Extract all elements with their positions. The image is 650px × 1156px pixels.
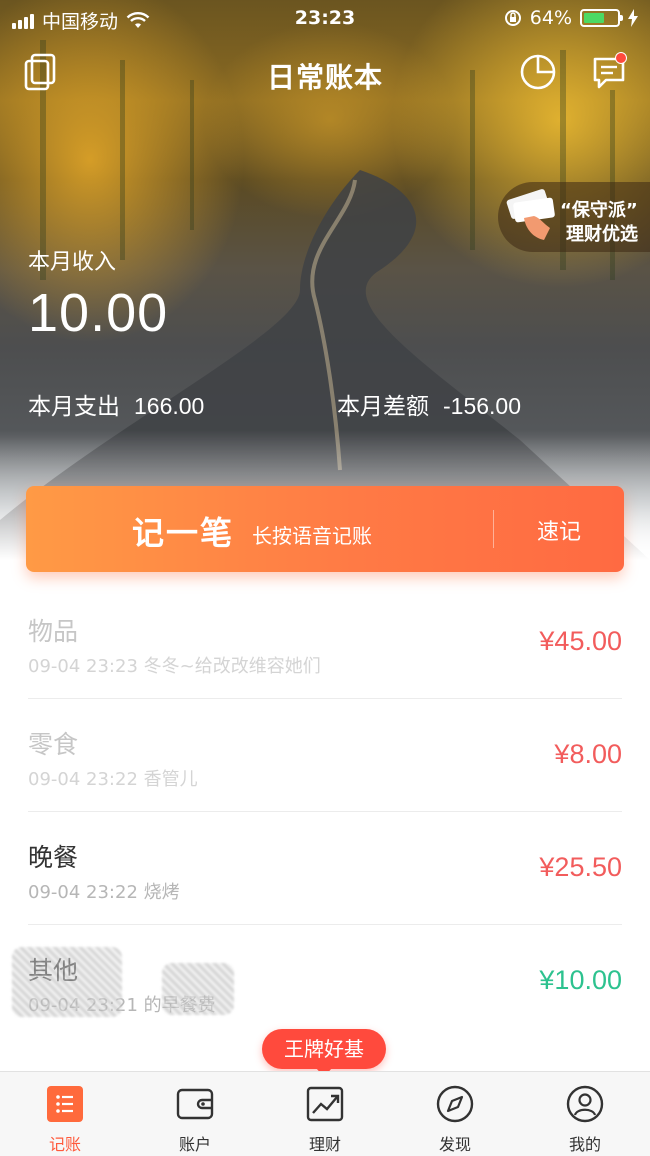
expense-summary: 本月支出 166.00 xyxy=(28,387,204,421)
tab-ledger[interactable]: 记账 xyxy=(0,1072,130,1156)
transaction-category: 晚餐 xyxy=(28,843,79,872)
notification-dot xyxy=(615,52,627,64)
orientation-lock-icon xyxy=(504,10,521,26)
tab-bar: 记账 账户 理财 发现 我的 xyxy=(0,1071,650,1156)
transaction-row[interactable]: 零食 09-04 23:22 香管儿 ¥8.00 xyxy=(28,699,622,812)
transaction-note: 09-04 23:22 香管儿 xyxy=(28,769,198,790)
transaction-row[interactable]: 物品 09-04 23:23 冬冬~给改改维容她们 ¥45.00 xyxy=(28,586,622,699)
message-icon[interactable] xyxy=(589,52,629,92)
promo-line1: “保守派” xyxy=(560,200,638,221)
transaction-note: 09-04 23:22 烧烤 xyxy=(28,882,180,903)
battery-icon xyxy=(580,9,623,27)
transaction-row[interactable]: 晚餐 09-04 23:22 烧烤 ¥25.50 xyxy=(28,812,622,925)
wallet-icon xyxy=(175,1084,215,1124)
redaction-blur xyxy=(162,963,234,1015)
voice-record-hint: 长按语音记账 xyxy=(252,524,372,548)
charging-icon xyxy=(628,9,638,27)
tab-discover[interactable]: 发现 xyxy=(390,1072,520,1156)
transaction-category: 零食 xyxy=(28,730,79,759)
tab-label: 记账 xyxy=(48,1135,81,1154)
transaction-amount: ¥45.00 xyxy=(539,626,622,656)
battery-percent: 64% xyxy=(529,7,572,29)
expense-label: 本月支出 xyxy=(28,394,120,420)
transaction-list: 物品 09-04 23:23 冬冬~给改改维容她们 ¥45.00 零食 09-0… xyxy=(12,586,622,1038)
transaction-amount: ¥25.50 xyxy=(539,852,622,882)
tab-label: 账户 xyxy=(178,1135,211,1154)
tab-finance[interactable]: 理财 xyxy=(260,1072,390,1156)
transaction-amount: ¥10.00 xyxy=(539,965,622,995)
expense-value: 166.00 xyxy=(134,393,205,419)
money-hand-icon xyxy=(506,189,555,240)
trend-chart-icon xyxy=(305,1084,345,1124)
quick-record-button[interactable]: 速记 xyxy=(494,514,624,546)
promo-banner[interactable]: “保守派” 理财优选 xyxy=(498,182,650,252)
income-value: 10.00 xyxy=(28,283,169,343)
user-icon xyxy=(565,1084,605,1124)
featured-fund-tag[interactable]: 王牌好基 xyxy=(262,1029,386,1077)
income-label: 本月收入 xyxy=(28,250,117,275)
income-summary: 本月收入 10.00 xyxy=(28,244,168,344)
balance-label: 本月差额 xyxy=(337,394,429,420)
status-bar: 中国移动 23:23 64% xyxy=(0,0,650,36)
ledger-icon xyxy=(45,1084,85,1124)
balance-summary: 本月差额 -156.00 xyxy=(337,387,521,421)
record-button-label: 记一笔 xyxy=(132,514,235,552)
tab-label: 理财 xyxy=(308,1135,341,1154)
nav-bar: 日常账本 xyxy=(0,44,650,100)
transaction-note: 09-04 23:23 冬冬~给改改维容她们 xyxy=(28,656,321,677)
transaction-amount: ¥8.00 xyxy=(554,739,622,769)
tab-label: 发现 xyxy=(438,1135,471,1154)
tab-me[interactable]: 我的 xyxy=(520,1072,650,1156)
tab-label: 我的 xyxy=(568,1135,601,1154)
balance-value: -156.00 xyxy=(443,393,522,419)
compass-icon xyxy=(435,1084,475,1124)
transaction-category: 物品 xyxy=(28,617,79,646)
transaction-row[interactable]: 其他 09-04 23:21 的早餐费 ¥10.00 xyxy=(12,925,622,1038)
promo-line2: 理财优选 xyxy=(566,224,638,245)
tab-account[interactable]: 账户 xyxy=(130,1072,260,1156)
record-entry-button[interactable]: 记一笔 长按语音记账 速记 xyxy=(26,486,624,572)
redaction-blur xyxy=(12,947,122,1017)
pie-chart-icon[interactable] xyxy=(518,52,558,92)
